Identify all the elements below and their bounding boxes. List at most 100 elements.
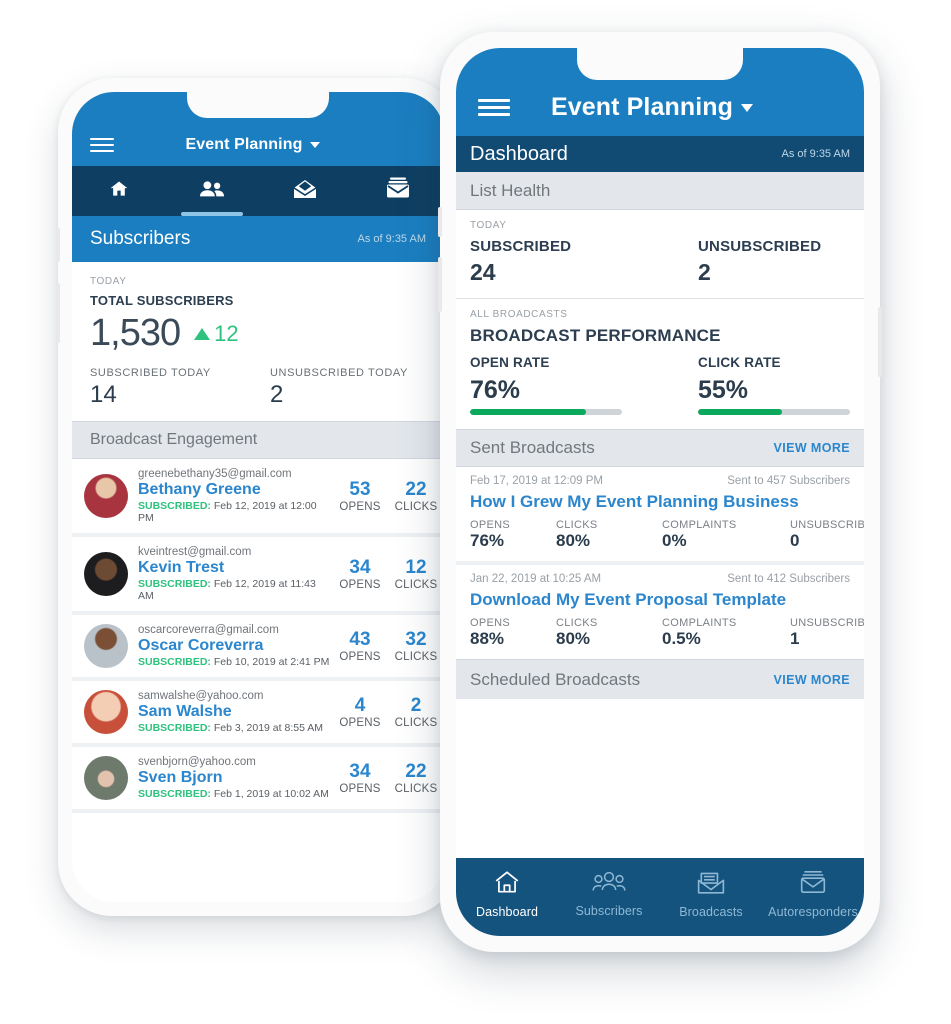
stat-label: COMPLAINTS	[662, 519, 737, 531]
list-item[interactable]: oscarcoreverra@gmail.com Oscar Coreverra…	[72, 615, 444, 681]
stat-label: UNSUBSCRIBES	[790, 519, 864, 531]
scheduled-broadcasts-view-more[interactable]: VIEW MORE	[773, 673, 850, 687]
clicks-label: CLICKS	[394, 717, 438, 729]
sent-broadcast-item[interactable]: Jan 22, 2019 at 10:25 AM Sent to 412 Sub…	[456, 565, 864, 659]
open-rate-label: OPEN RATE	[470, 355, 550, 370]
clicks-metric: 22 CLICKS	[388, 479, 444, 513]
chevron-down-icon	[310, 141, 321, 148]
broadcast-date: Feb 17, 2019 at 12:09 PM	[470, 475, 603, 487]
back-app-title[interactable]: Event Planning	[104, 136, 402, 154]
opens-metric: 43 OPENS	[332, 629, 388, 663]
chevron-down-icon	[740, 104, 753, 113]
stat-label: CLICKS	[556, 519, 598, 531]
broadcast-performance-eyebrow: ALL BROADCASTS	[470, 309, 568, 320]
section-list-health: List Health	[456, 172, 864, 210]
avatar	[84, 624, 128, 668]
clicks-value: 2	[410, 695, 422, 716]
front-appbar: Event Planning	[456, 48, 864, 136]
subscriber-email: oscarcoreverra@gmail.com	[138, 624, 279, 636]
sent-broadcasts-title: Sent Broadcasts	[470, 438, 595, 457]
sent-broadcasts-view-more[interactable]: VIEW MORE	[773, 441, 850, 455]
nav-autoresponders[interactable]: Autoresponders	[762, 869, 864, 919]
broadcast-title[interactable]: Download My Event Proposal Template	[470, 590, 850, 610]
subscriber-name[interactable]: Sam Walshe	[138, 703, 332, 721]
subscriber-status: SUBSCRIBED:	[138, 578, 211, 590]
avatar	[84, 690, 128, 734]
list-item[interactable]: kveintrest@gmail.com Kevin Trest SUBSCRI…	[72, 537, 444, 615]
triangle-up-icon	[194, 327, 211, 340]
list-health-eyebrow: TODAY	[470, 220, 507, 231]
click-rate-label: CLICK RATE	[698, 355, 781, 370]
avatar	[84, 552, 128, 596]
list-item[interactable]: greenebethany35@gmail.com Bethany Greene…	[72, 459, 444, 537]
unsubscribed-label: UNSUBSCRIBED	[698, 238, 822, 255]
back-phone-volume-button[interactable]	[56, 283, 60, 343]
front-phone-power-button[interactable]	[878, 307, 882, 377]
back-phone-side-button[interactable]	[56, 228, 60, 262]
stat-label: OPENS	[470, 519, 511, 531]
back-summary-eyebrow: TODAY	[90, 276, 127, 287]
subscriber-name[interactable]: Kevin Trest	[138, 559, 332, 577]
clicks-label: CLICKS	[394, 651, 438, 663]
stat-value: 76%	[470, 531, 505, 550]
opens-label: OPENS	[339, 501, 381, 513]
click-rate-progress-fill	[698, 409, 782, 415]
subscriber-name[interactable]: Bethany Greene	[138, 481, 332, 499]
home-icon	[108, 179, 130, 204]
front-subbar-time: As of 9:35 AM	[781, 148, 850, 160]
subscriber-info: samwalshe@yahoo.com Sam Walshe SUBSCRIBE…	[128, 690, 332, 734]
clicks-value: 32	[405, 629, 427, 650]
stat-value: 0.5%	[662, 629, 701, 648]
subscriber-metrics: 4 OPENS 2 CLICKS	[332, 695, 444, 729]
opens-label: OPENS	[339, 717, 381, 729]
back-section-title: Broadcast Engagement	[90, 431, 258, 448]
list-item[interactable]: svenbjorn@yahoo.com Sven Bjorn SUBSCRIBE…	[72, 747, 444, 813]
subscriber-name[interactable]: Sven Bjorn	[138, 769, 332, 787]
subscriber-status-date: SUBSCRIBED: Feb 1, 2019 at 10:02 AM	[138, 788, 332, 800]
back-phone-screen: Event Planning Subscribers As of 9:35 AM…	[72, 92, 444, 902]
tab-broadcasts[interactable]	[258, 166, 351, 216]
unsubscribed-value: 2	[698, 259, 711, 285]
list-health-cols: SUBSCRIBED 24 UNSUBSCRIBED 2	[470, 238, 850, 286]
back-appbar: Event Planning	[72, 92, 444, 166]
section-scheduled-broadcasts: Scheduled Broadcasts VIEW MORE	[456, 659, 864, 699]
tab-home[interactable]	[72, 166, 165, 216]
subscriber-metrics: 34 OPENS 12 CLICKS	[332, 557, 444, 591]
subscribed-label: SUBSCRIBED	[470, 238, 572, 255]
back-subscribed-label: SUBSCRIBED TODAY	[90, 367, 211, 379]
nav-subscribers[interactable]: Subscribers	[558, 870, 660, 918]
opens-label: OPENS	[339, 651, 381, 663]
back-total-label: TOTAL SUBSCRIBERS	[90, 293, 234, 308]
tab-autoresponders[interactable]	[351, 166, 444, 216]
stacked-envelope-icon	[386, 177, 410, 204]
back-subbar-time: As of 9:35 AM	[357, 233, 426, 245]
nav-autoresponders-label: Autoresponders	[768, 905, 858, 919]
subscriber-status: SUBSCRIBED:	[138, 500, 211, 512]
stat-value: 80%	[556, 531, 591, 550]
broadcast-sent-to: Sent to 412 Subscribers	[727, 573, 850, 585]
front-app-title[interactable]: Event Planning	[494, 93, 810, 122]
stat-label: CLICKS	[556, 617, 598, 629]
front-phone-volume-up-button[interactable]	[438, 207, 442, 237]
open-rate-progress-bar	[470, 409, 622, 415]
subscriber-name[interactable]: Oscar Coreverra	[138, 637, 332, 655]
people-outline-icon	[592, 870, 626, 899]
subscriber-date: Feb 1, 2019 at 10:02 AM	[210, 788, 329, 800]
clicks-metric: 2 CLICKS	[388, 695, 444, 729]
broadcast-title[interactable]: How I Grew My Event Planning Business	[470, 492, 850, 512]
list-item[interactable]: samwalshe@yahoo.com Sam Walshe SUBSCRIBE…	[72, 681, 444, 747]
sent-broadcast-item[interactable]: Feb 17, 2019 at 12:09 PM Sent to 457 Sub…	[456, 467, 864, 565]
nav-broadcasts[interactable]: Broadcasts	[660, 869, 762, 919]
front-phone-device: Event Planning Dashboard As of 9:35 AM L…	[438, 32, 882, 952]
front-content-filler	[456, 699, 864, 858]
back-today-cols: SUBSCRIBED TODAY 14 UNSUBSCRIBED TODAY 2	[90, 367, 426, 409]
clicks-metric: 22 CLICKS	[388, 761, 444, 795]
tab-subscribers[interactable]	[165, 166, 258, 216]
nav-dashboard[interactable]: Dashboard	[456, 869, 558, 919]
front-phone-volume-down-button[interactable]	[438, 257, 442, 312]
broadcast-date: Jan 22, 2019 at 10:25 AM	[470, 573, 602, 585]
front-phone-notch	[577, 48, 743, 80]
broadcast-stats: OPENS 88% CLICKS 80% COMPLAINTS 0.5% UNS…	[470, 617, 864, 649]
subscriber-metrics: 53 OPENS 22 CLICKS	[332, 479, 444, 513]
nav-broadcasts-label: Broadcasts	[679, 905, 743, 919]
